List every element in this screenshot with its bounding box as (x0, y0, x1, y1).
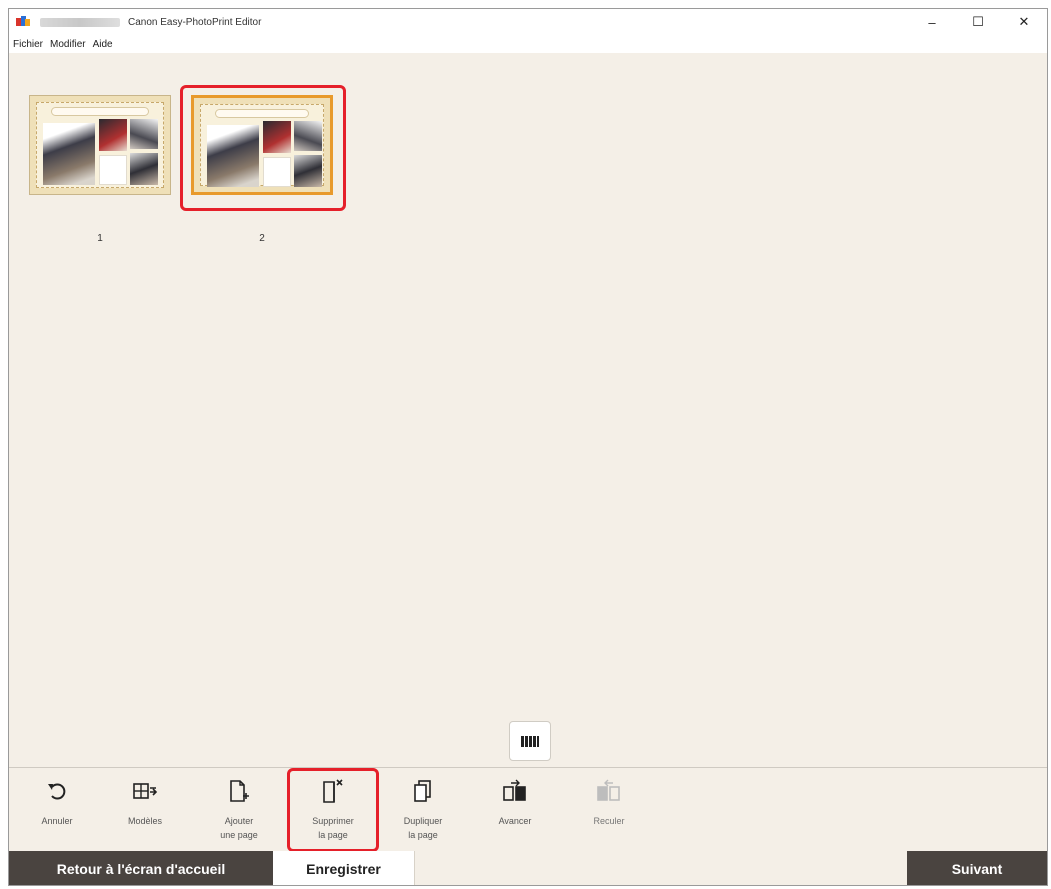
maximize-button[interactable]: ☐ (955, 9, 1001, 35)
selection-highlight (180, 85, 346, 211)
back-to-home-button[interactable]: Retour à l'écran d'accueil (9, 851, 273, 885)
undo-button[interactable]: Annuler (17, 768, 97, 852)
photo (99, 155, 127, 185)
menu-help[interactable]: Aide (93, 39, 113, 50)
page-number-1: 1 (97, 233, 103, 244)
undo-icon (46, 778, 68, 804)
next-button[interactable]: Suivant (907, 851, 1047, 885)
close-button[interactable]: ✕ (1001, 9, 1047, 35)
menu-file[interactable]: Fichier (13, 39, 43, 50)
page-list-area: 1 2 (9, 53, 1047, 767)
selection-highlight (287, 768, 379, 852)
window-controls: – ☐ ✕ (909, 9, 1047, 35)
save-button[interactable]: Enregistrer (273, 851, 415, 885)
templates-icon (132, 778, 158, 804)
view-toggle-button[interactable] (509, 721, 551, 761)
menu-edit[interactable]: Modifier (50, 39, 86, 50)
move-back-icon (595, 778, 623, 804)
app-window: Canon Easy-PhotoPrint Editor – ☐ ✕ Fichi… (8, 8, 1048, 886)
footer-bar: Retour à l'écran d'accueil Enregistrer S… (9, 851, 1047, 885)
duplicate-page-button[interactable]: Dupliquer la page (383, 768, 463, 852)
page-number-2: 2 (259, 233, 265, 244)
move-forward-icon (501, 778, 529, 804)
add-page-icon (228, 778, 250, 804)
photo (130, 119, 158, 149)
window-title: Canon Easy-PhotoPrint Editor (128, 16, 262, 28)
duplicate-page-icon (412, 778, 434, 804)
page-thumbnail-1[interactable] (29, 95, 171, 195)
add-page-button[interactable]: Ajouter une page (199, 768, 279, 852)
templates-button[interactable]: Modèles (105, 768, 185, 852)
photo (43, 123, 95, 185)
title-bar: Canon Easy-PhotoPrint Editor – ☐ ✕ (9, 9, 1047, 35)
thumbnail-view-icon (521, 735, 539, 747)
minimize-button[interactable]: – (909, 9, 955, 35)
photo (130, 153, 158, 185)
move-back-button[interactable]: Reculer (569, 768, 649, 852)
blurred-title-prefix (40, 17, 120, 27)
photo (99, 119, 127, 151)
move-forward-button[interactable]: Avancer (475, 768, 555, 852)
app-logo-icon (16, 16, 30, 28)
edit-toolbar: Annuler Modèles Ajouter une page Supprim… (9, 767, 1047, 852)
menu-bar: Fichier Modifier Aide (9, 35, 1047, 53)
